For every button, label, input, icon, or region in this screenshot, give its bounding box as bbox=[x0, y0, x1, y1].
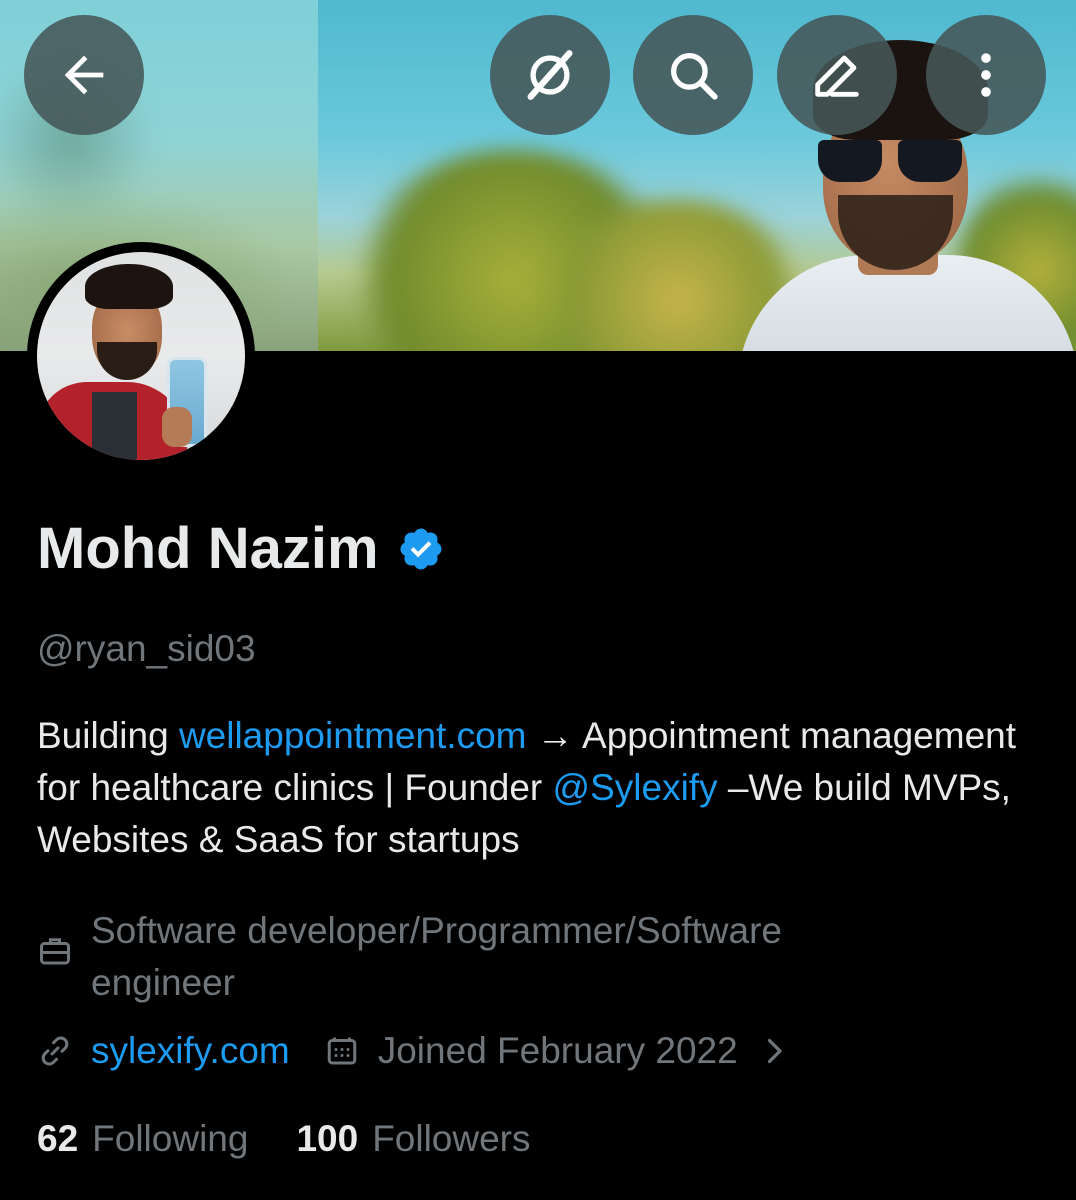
followers-label[interactable]: Followers bbox=[372, 1118, 530, 1160]
more-options-button[interactable] bbox=[926, 15, 1046, 135]
calendar-icon bbox=[327, 1037, 356, 1065]
chevron-right-icon[interactable] bbox=[756, 1033, 792, 1069]
followers-count[interactable]: 100 bbox=[296, 1118, 358, 1160]
following-label[interactable]: Following bbox=[92, 1118, 248, 1160]
follow-stats: 62 Following 100 Followers bbox=[37, 1118, 579, 1160]
bio-link-wellappointment[interactable]: wellappointment.com bbox=[179, 715, 527, 756]
display-name: Mohd Nazim bbox=[37, 516, 379, 581]
bio: Building wellappointment.com → Appointme… bbox=[37, 710, 1047, 866]
edit-button[interactable] bbox=[777, 15, 897, 135]
profession-row: Software developer/Programmer/Software e… bbox=[37, 905, 1037, 1009]
grok-icon bbox=[527, 50, 573, 100]
avatar-image bbox=[37, 252, 245, 460]
user-handle: @ryan_sid03 bbox=[37, 628, 256, 669]
following-count[interactable]: 62 bbox=[37, 1118, 78, 1160]
grok-button[interactable] bbox=[490, 15, 610, 135]
meta-row: sylexify.com Joined February 2022 bbox=[37, 1030, 792, 1072]
search-button[interactable] bbox=[633, 15, 753, 135]
bio-mention-sylexify[interactable]: @Sylexify bbox=[553, 767, 718, 808]
name-row: Mohd Nazim bbox=[37, 515, 445, 582]
edit-pencil-icon bbox=[815, 55, 859, 97]
verified-badge-icon[interactable] bbox=[397, 525, 445, 573]
website-link[interactable]: sylexify.com bbox=[91, 1030, 290, 1072]
joined-date: Joined February 2022 bbox=[377, 1030, 738, 1071]
more-vertical-icon bbox=[981, 53, 991, 97]
back-button[interactable] bbox=[24, 15, 144, 135]
link-icon bbox=[41, 1036, 69, 1066]
profession-text: Software developer/Programmer/Software e… bbox=[91, 910, 782, 1003]
avatar[interactable] bbox=[27, 242, 255, 470]
briefcase-icon bbox=[40, 938, 70, 965]
arrow-left-icon bbox=[64, 55, 104, 95]
bio-text-1: Building bbox=[37, 715, 179, 756]
search-icon bbox=[671, 53, 718, 100]
